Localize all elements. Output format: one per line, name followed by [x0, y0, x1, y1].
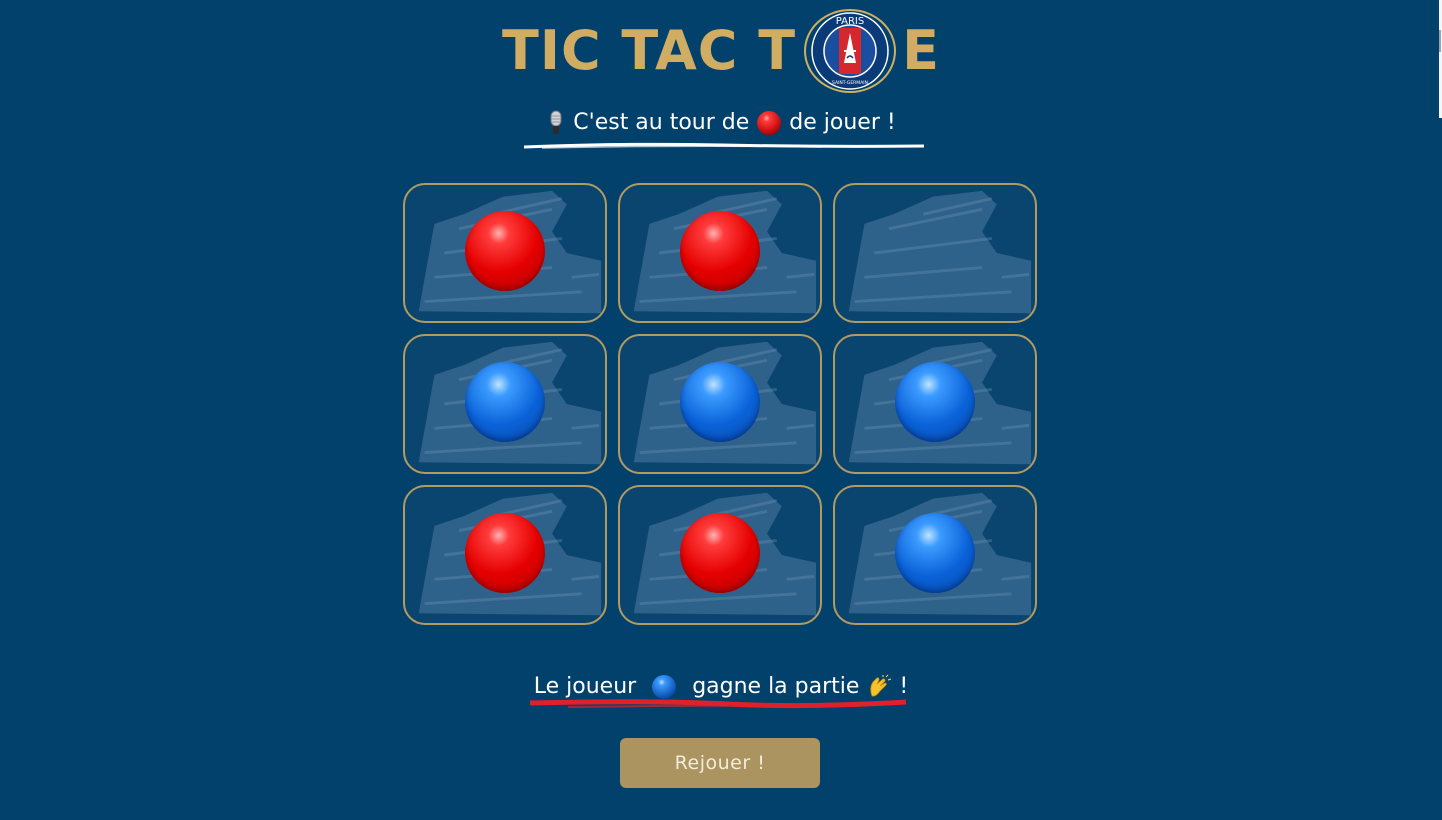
game-board [403, 183, 1037, 625]
turn-suffix: de jouer ! [789, 110, 896, 135]
current-player-red-icon [757, 111, 782, 135]
red-token [680, 513, 760, 593]
title-text-start: TIC TAC T [502, 19, 797, 82]
game-title: TIC TAC T PARIS SAINT-GERMAIN E [0, 8, 1442, 94]
board-cell[interactable] [618, 485, 822, 625]
board-cell[interactable] [618, 183, 822, 323]
winner-end: ! [899, 674, 909, 699]
board-cell[interactable] [833, 183, 1037, 323]
blue-token [680, 362, 760, 442]
red-token [465, 211, 545, 291]
winner-suffix: gagne la partie [692, 674, 860, 699]
winner-prefix: Le joueur [533, 674, 637, 699]
blue-token [895, 362, 975, 442]
turn-prefix: C'est au tour de [573, 110, 750, 135]
turn-indicator: C'est au tour de de jouer ! [0, 110, 1442, 136]
crest-text-top: PARIS [836, 16, 864, 27]
board-cell[interactable] [403, 183, 607, 323]
board-cell[interactable] [833, 334, 1037, 474]
psg-crest-logo: PARIS SAINT-GERMAIN [804, 9, 897, 93]
blue-token [465, 362, 545, 442]
board-cell[interactable] [833, 485, 1037, 625]
turn-underline [523, 142, 925, 149]
replay-button[interactable]: Rejouer ! [620, 738, 820, 788]
red-token [465, 513, 545, 593]
board-cell[interactable] [618, 334, 822, 474]
board-cell[interactable] [403, 334, 607, 474]
blue-token [895, 513, 975, 593]
winner-underline [529, 699, 907, 709]
red-token [680, 211, 760, 291]
title-text-end: E [902, 19, 940, 82]
crest-text-bottom: SAINT-GERMAIN [832, 80, 868, 86]
microphone-icon [550, 110, 562, 134]
board-cell[interactable] [403, 485, 607, 625]
